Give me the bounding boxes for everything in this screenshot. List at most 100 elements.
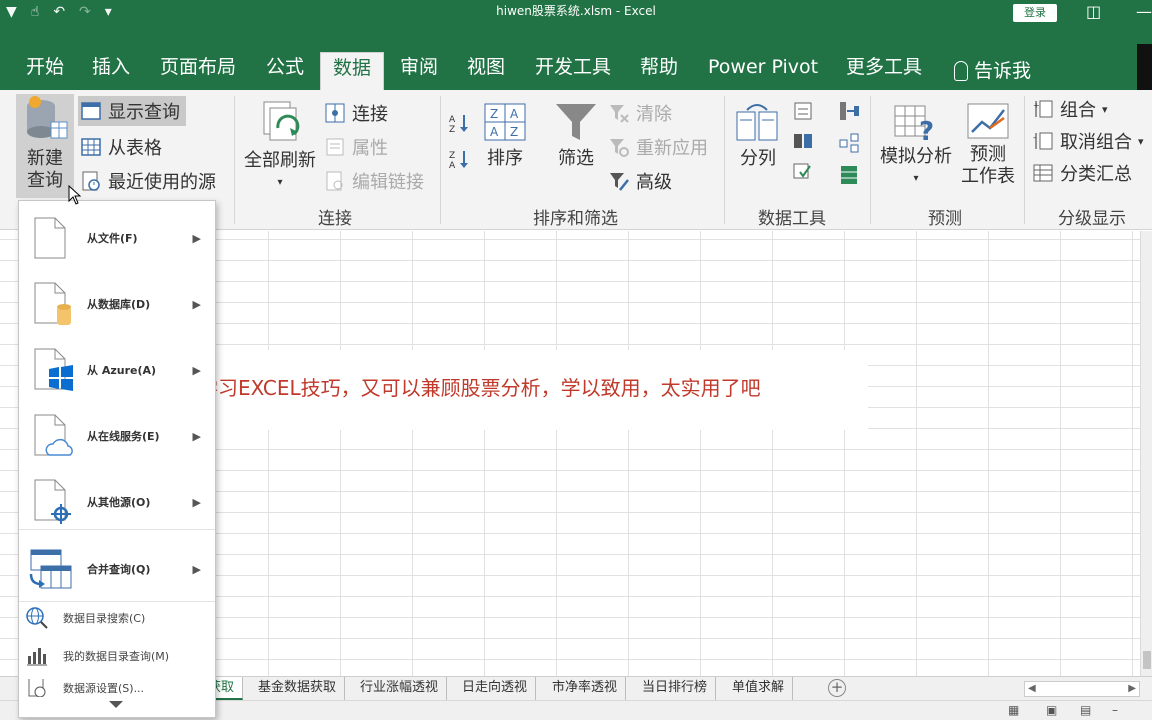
subtotal-icon (1033, 164, 1053, 182)
overlay-caption: 学习EXCEL技巧，又可以兼顾股票分析，学以致用，太实用了吧 (198, 376, 761, 400)
ribbon-display-options-icon[interactable]: ◫ (1086, 2, 1101, 21)
sort-button[interactable]: Z A A Z 排序 (480, 102, 530, 170)
sheet-tab[interactable]: 基金数据获取 (250, 677, 346, 700)
subtotal-label: 分类汇总 (1060, 164, 1132, 185)
group-separator (1024, 96, 1025, 224)
advanced-filter-button[interactable]: 高级 (608, 166, 672, 196)
forecast-sheet-button[interactable]: 预测 工作表 (958, 102, 1018, 188)
chevron-down-icon: ▾ (913, 173, 919, 184)
recent-sources-button[interactable]: 最近使用的源 (80, 166, 216, 196)
sheet-tab[interactable]: 当日排行榜 (634, 677, 717, 700)
menu-item-data-catalog-search[interactable]: 数据目录搜索(C) (19, 603, 215, 633)
login-button[interactable]: 登录 (1013, 4, 1057, 22)
mouse-cursor-icon (68, 185, 82, 205)
show-queries-button[interactable]: 显示查询 (78, 96, 186, 126)
advanced-label: 高级 (636, 172, 672, 193)
clear-filter-button[interactable]: 清除 (608, 98, 672, 128)
sort-ascending-icon: AZ (449, 115, 468, 134)
chevron-down-icon: ▾ (1138, 134, 1144, 148)
more-options-chevron-down-icon[interactable] (109, 701, 123, 708)
horizontal-scrollbar[interactable]: ◀ ▶ (1024, 681, 1140, 697)
minimize-icon[interactable]: — (1136, 2, 1152, 21)
title-bar: ▼ ☝ ↶ ↷ ▾ hiwen股票系统.xlsm - Excel 登录 ◫ — (0, 0, 1152, 44)
advanced-filter-icon (610, 173, 629, 191)
menu-item-data-source-settings[interactable]: 数据源设置(S)... (19, 679, 215, 697)
add-sheet-icon[interactable]: + (828, 679, 846, 697)
sheet-tab[interactable]: 市净率透视 (544, 677, 627, 700)
menu-item-from-azure[interactable]: 从 Azure(A) ▶ (19, 339, 215, 401)
what-if-analysis-icon: ? (894, 105, 934, 144)
edit-links-button[interactable]: 编辑链接 (324, 166, 424, 196)
refresh-all-button[interactable]: 全部刷新 ▾ (240, 98, 320, 194)
tab-view[interactable]: 视图 (463, 52, 509, 90)
vertical-scrollbar[interactable] (1140, 231, 1152, 676)
zoom-out-icon[interactable]: – (1112, 703, 1118, 717)
forecast-sheet-label-1: 预测 (970, 144, 1006, 165)
menu-item-my-data-catalog-queries[interactable]: 我的数据目录查询(M) (19, 641, 215, 671)
remove-duplicates-button[interactable] (792, 126, 814, 156)
account-avatar[interactable] (1137, 44, 1152, 90)
data-model-icon (841, 166, 857, 184)
menu-item-from-other-sources[interactable]: 从其他源(O) ▶ (19, 471, 215, 533)
relationships-button[interactable] (838, 128, 860, 158)
consolidate-button[interactable] (838, 96, 860, 126)
tab-page-layout[interactable]: 页面布局 (156, 52, 240, 90)
submenu-arrow-icon: ▶ (192, 562, 201, 576)
filter-funnel-icon (556, 104, 596, 140)
data-validation-button[interactable] (792, 156, 814, 186)
relationships-icon (839, 133, 859, 153)
azure-windows-icon (34, 348, 73, 391)
menu-item-combine-queries[interactable]: 合并查询(Q) ▶ (19, 539, 215, 599)
menu-item-from-online-services[interactable]: 从在线服务(E) ▶ (19, 405, 215, 467)
tab-power-pivot[interactable]: Power Pivot (704, 52, 822, 90)
sort-a-to-z-button[interactable]: AZ (448, 108, 470, 138)
flash-fill-button[interactable] (792, 96, 814, 126)
group-button[interactable]: + 组合 ▾ (1032, 94, 1108, 124)
from-table-button[interactable]: 从表格 (80, 132, 162, 162)
tab-data[interactable]: 数据 (320, 52, 384, 90)
sheet-tab[interactable]: 行业涨幅透视 (352, 677, 448, 700)
text-to-columns-button[interactable]: 分列 (732, 102, 784, 170)
svg-text:-: - (1033, 133, 1036, 142)
tab-formulas[interactable]: 公式 (262, 52, 308, 90)
tell-me-box[interactable]: 告诉我 (950, 52, 1035, 90)
bar-chart-icon (27, 648, 47, 666)
page-layout-view-icon[interactable]: ▣ (1046, 703, 1057, 717)
consolidate-icon (840, 102, 859, 120)
tab-insert[interactable]: 插入 (88, 52, 134, 90)
sort-z-to-a-button[interactable]: ZA (448, 144, 470, 174)
menu-item-label: 从文件(F) (87, 232, 138, 245)
reapply-button[interactable]: 重新应用 (608, 132, 708, 162)
group-separator (234, 96, 235, 224)
menu-item-from-file[interactable]: 从文件(F) ▶ (19, 207, 215, 269)
properties-button[interactable]: 属性 (324, 132, 388, 162)
scroll-left-icon[interactable]: ◀ (1028, 682, 1036, 696)
text-to-columns-label: 分列 (740, 148, 776, 169)
tab-developer[interactable]: 开发工具 (531, 52, 615, 90)
new-query-button[interactable]: 新建 查询 (16, 94, 74, 198)
scroll-right-icon[interactable]: ▶ (1128, 682, 1136, 696)
menu-item-label: 数据目录搜索(C) (63, 612, 146, 625)
sheet-tab[interactable]: 单值求解 (724, 677, 794, 700)
tab-home[interactable]: 开始 (22, 52, 68, 90)
connections-button[interactable]: 连接 (324, 98, 388, 128)
scrollbar-thumb[interactable] (1143, 651, 1151, 669)
ungroup-button[interactable]: - 取消组合 ▾ (1032, 126, 1144, 156)
normal-view-icon[interactable]: ▦ (1008, 703, 1019, 717)
chevron-down-icon: ▾ (277, 177, 283, 188)
menu-item-from-database[interactable]: 从数据库(D) ▶ (19, 273, 215, 335)
tab-review[interactable]: 审阅 (396, 52, 442, 90)
menu-item-label: 从在线服务(E) (87, 430, 160, 443)
reapply-icon (610, 139, 629, 157)
sheet-tab[interactable]: 日走向透视 (454, 677, 537, 700)
filter-button[interactable]: 筛选 (552, 100, 600, 170)
globe-search-icon (26, 607, 48, 629)
page-break-view-icon[interactable]: ▤ (1080, 703, 1091, 717)
tab-more-tools[interactable]: 更多工具 (842, 52, 926, 90)
manage-data-model-button[interactable] (838, 160, 860, 190)
what-if-analysis-button[interactable]: ? 模拟分析 ▾ (876, 102, 956, 190)
subtotal-button[interactable]: 分类汇总 (1032, 158, 1132, 188)
show-queries-icon (81, 102, 101, 120)
edit-links-icon (326, 171, 343, 191)
tab-help[interactable]: 帮助 (636, 52, 682, 90)
